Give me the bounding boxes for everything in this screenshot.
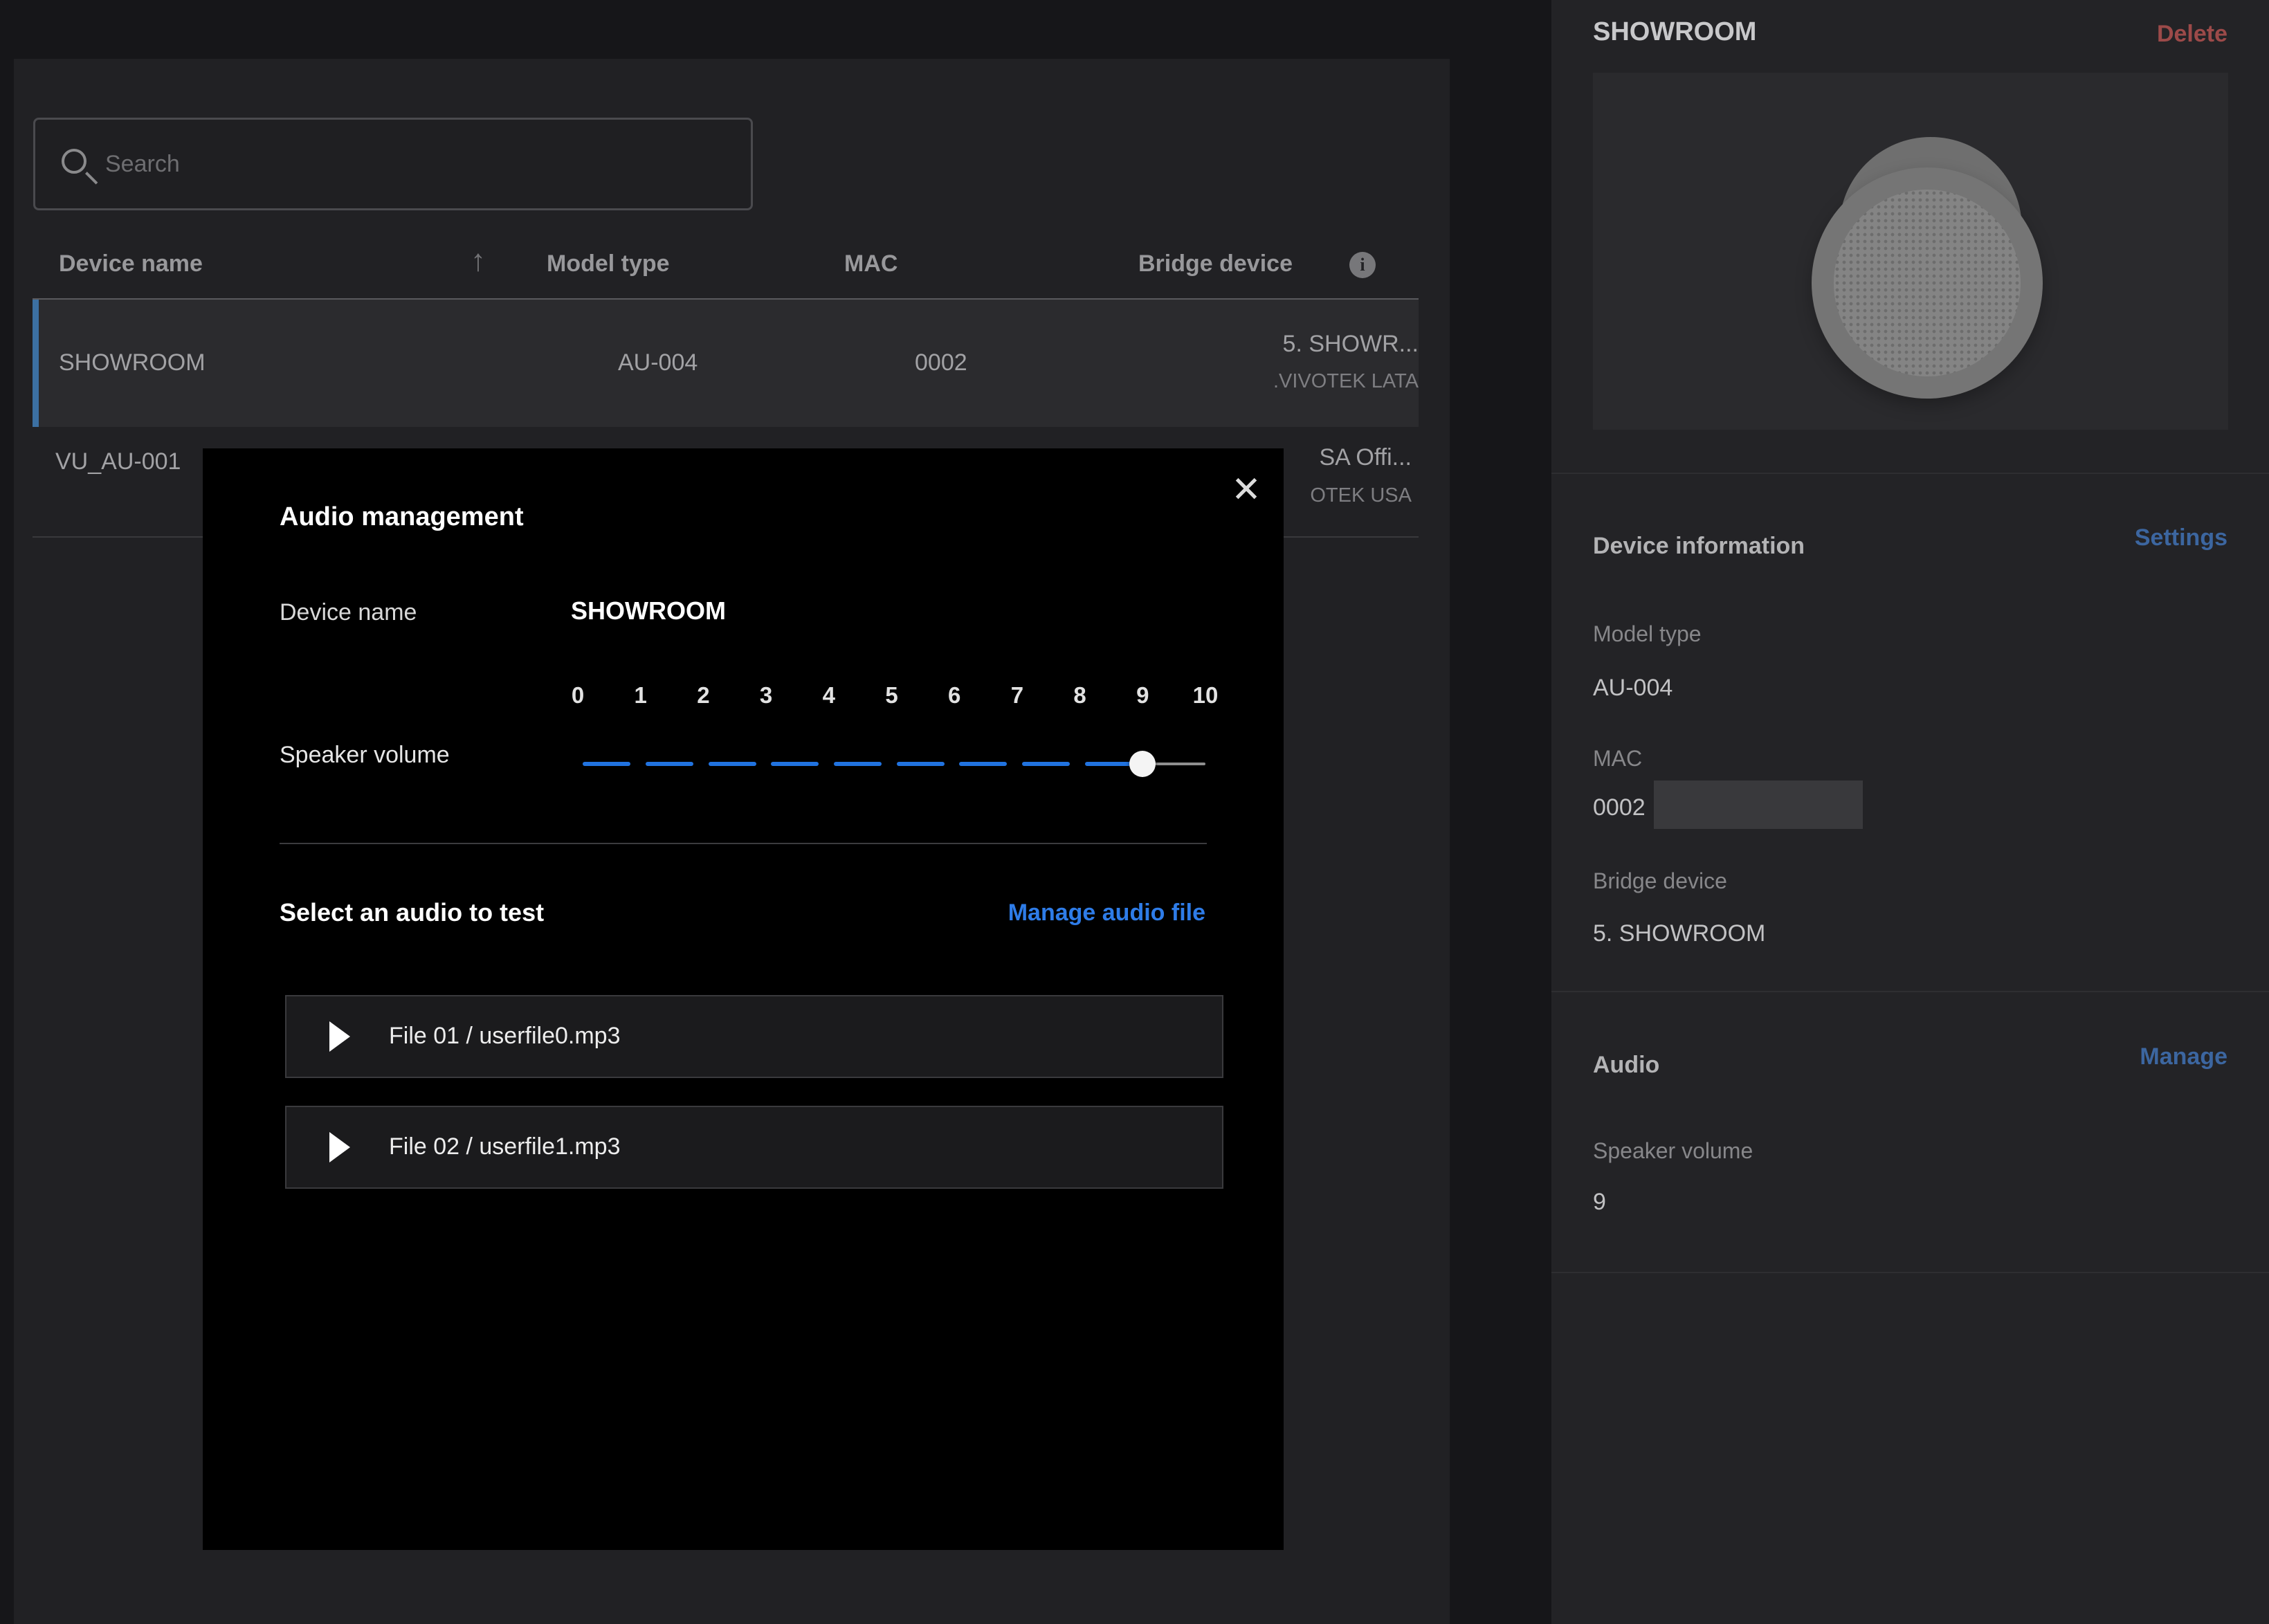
column-header-mac[interactable]: MAC <box>844 250 897 277</box>
audio-file-label: File 01 / userfile0.mp3 <box>389 1023 621 1050</box>
manage-link[interactable]: Manage <box>2140 1043 2227 1070</box>
audio-heading: Audio <box>1593 1052 1659 1079</box>
delete-button[interactable]: Delete <box>2157 21 2227 48</box>
search-placeholder: Search <box>105 151 180 178</box>
section-divider <box>1551 1272 2269 1273</box>
section-divider <box>1551 991 2269 992</box>
volume-track-segment[interactable] <box>959 762 1007 766</box>
audio-management-modal: ✕ Audio management Device name SHOWROOM … <box>203 448 1284 1550</box>
play-icon[interactable] <box>329 1132 350 1162</box>
audio-file-row-1[interactable]: File 01 / userfile0.mp3 <box>285 995 1223 1078</box>
volume-track-segment[interactable] <box>646 762 693 766</box>
bridge-device-value: 5. SHOWROOM <box>1593 920 1765 947</box>
volume-tick-4: 4 <box>823 682 835 709</box>
select-audio-label: Select an audio to test <box>280 898 544 927</box>
app-window: Search Device name ↑ Model type MAC Brid… <box>0 0 2269 1624</box>
row1-mac: 0002 <box>915 349 967 376</box>
volume-tick-8: 8 <box>1073 682 1086 709</box>
column-header-bridge-device[interactable]: Bridge device <box>1138 250 1293 277</box>
mac-value: 0002 <box>1593 794 1646 821</box>
settings-link[interactable]: Settings <box>2135 524 2227 551</box>
modal-title: Audio management <box>280 502 524 532</box>
audio-file-row-2[interactable]: File 02 / userfile1.mp3 <box>285 1106 1223 1189</box>
speaker-image <box>1834 190 2021 376</box>
volume-track-segment[interactable] <box>834 762 882 766</box>
device-information-heading: Device information <box>1593 533 1805 560</box>
volume-tick-6: 6 <box>948 682 960 709</box>
volume-track-segment[interactable] <box>1022 762 1070 766</box>
model-type-value: AU-004 <box>1593 675 1673 702</box>
sort-ascending-icon[interactable]: ↑ <box>471 244 486 278</box>
panel-device-title: SHOWROOM <box>1593 17 1756 47</box>
model-type-label: Model type <box>1593 621 1702 647</box>
panel-speaker-volume-label: Speaker volume <box>1593 1138 1753 1164</box>
play-icon[interactable] <box>329 1021 350 1052</box>
search-icon <box>62 149 86 174</box>
manage-audio-file-link[interactable]: Manage audio file <box>1008 900 1205 927</box>
volume-tick-10: 10 <box>1193 682 1219 709</box>
volume-tick-2: 2 <box>697 682 709 709</box>
info-icon[interactable]: i <box>1349 252 1376 278</box>
modal-divider <box>280 843 1207 844</box>
volume-tick-9: 9 <box>1136 682 1149 709</box>
bridge-device-label: Bridge device <box>1593 868 1727 894</box>
modal-device-name-value: SHOWROOM <box>571 596 726 626</box>
volume-tick-0: 0 <box>572 682 584 709</box>
column-header-device-name[interactable]: Device name <box>59 250 203 277</box>
table-row-showroom[interactable] <box>33 300 1419 427</box>
panel-speaker-volume-value: 9 <box>1593 1189 1606 1216</box>
volume-track-segment[interactable] <box>897 762 945 766</box>
modal-device-name-label: Device name <box>280 599 417 626</box>
row1-model-type: AU-004 <box>618 349 698 376</box>
close-icon[interactable]: ✕ <box>1219 462 1274 518</box>
volume-track-segment[interactable] <box>709 762 756 766</box>
mac-redaction-box <box>1654 781 1863 829</box>
volume-track-segment[interactable] <box>583 762 630 766</box>
row2-device-name[interactable]: VU_AU-001 <box>55 448 181 475</box>
row1-bridge-device: 5. SHOWR... <box>1038 331 1419 358</box>
volume-tick-5: 5 <box>885 682 897 709</box>
speaker-volume-slider[interactable] <box>578 761 1205 767</box>
volume-track-segment[interactable] <box>771 762 819 766</box>
row1-device-name: SHOWROOM <box>59 349 206 376</box>
volume-slider-handle[interactable] <box>1129 751 1156 777</box>
volume-tick-labels: 012345678910 <box>578 682 1205 713</box>
column-header-model-type[interactable]: Model type <box>547 250 670 277</box>
volume-tick-1: 1 <box>635 682 647 709</box>
volume-tick-3: 3 <box>760 682 772 709</box>
audio-file-label: File 02 / userfile1.mp3 <box>389 1133 621 1160</box>
mac-label: MAC <box>1593 746 1642 772</box>
speaker-volume-label: Speaker volume <box>280 742 450 769</box>
volume-tick-7: 7 <box>1011 682 1023 709</box>
section-divider <box>1551 473 2269 474</box>
row1-bridge-device-sub: .VIVOTEK LATA <box>1038 370 1419 393</box>
volume-track-segment[interactable] <box>1085 762 1133 766</box>
